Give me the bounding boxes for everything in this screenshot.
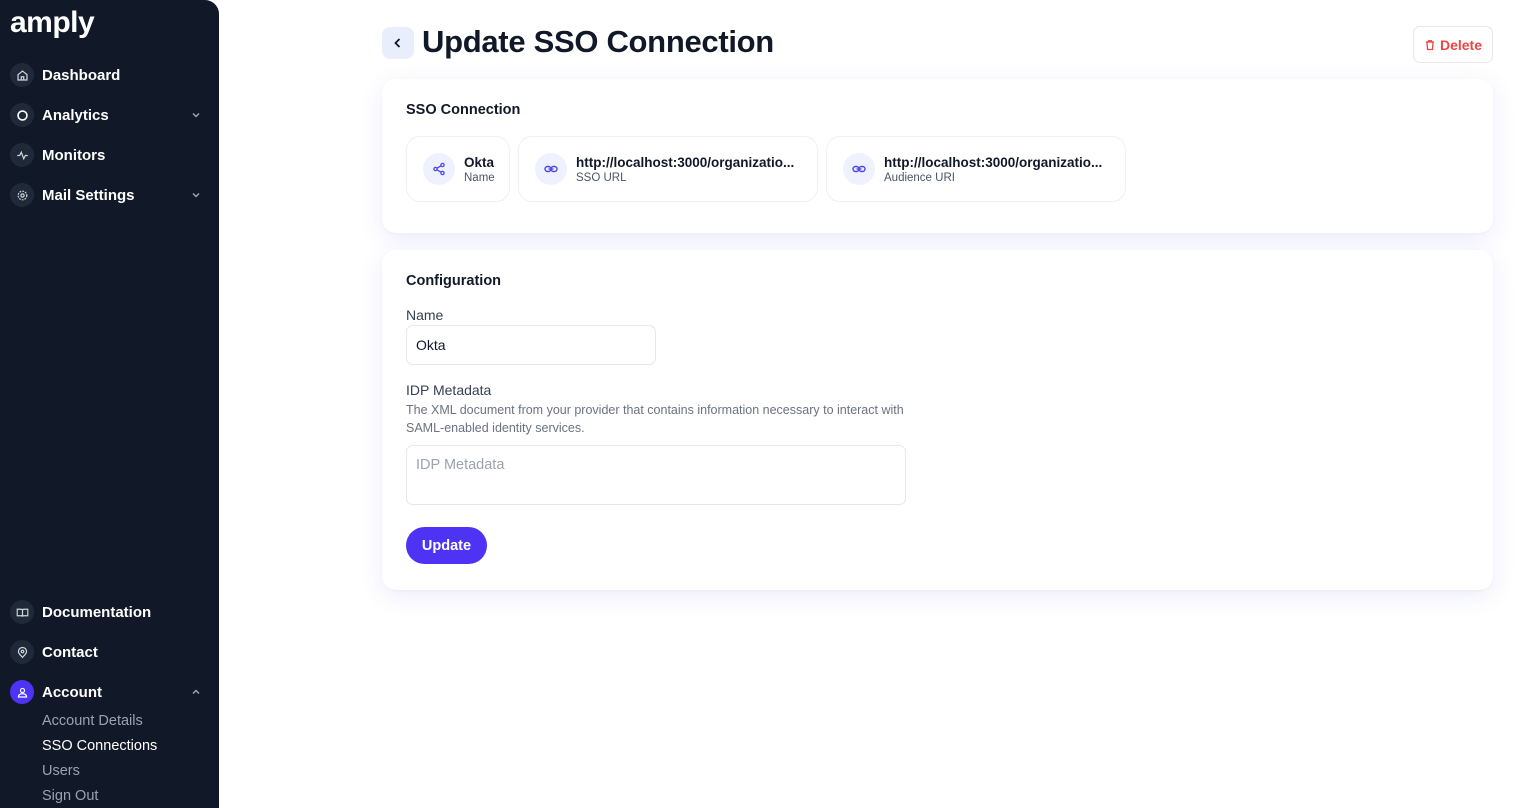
delete-label: Delete <box>1439 36 1483 53</box>
chevron-up-icon[interactable] <box>190 686 202 698</box>
sidebar-item-monitors[interactable]: Monitors <box>10 141 206 169</box>
sidebar-subitem-sso-connections[interactable]: SSO Connections <box>42 738 157 754</box>
sidebar-item-contact[interactable]: Contact <box>10 638 206 666</box>
sidebar-item-dashboard[interactable]: Dashboard <box>10 61 206 89</box>
chevron-down-icon[interactable] <box>190 109 202 121</box>
sso-url-pill[interactable]: http://localhost:3000/organizatio... SSO… <box>518 136 818 202</box>
sidebar-item-label: Analytics <box>42 106 109 124</box>
pill-value: Okta <box>464 154 495 170</box>
pill-label: Audience URI <box>884 171 955 184</box>
share-icon <box>423 153 455 185</box>
idp-metadata-label: IDP Metadata <box>406 382 492 398</box>
sidebar-item-documentation[interactable]: Documentation <box>10 598 206 626</box>
sidebar-subitem-sign-out[interactable]: Sign Out <box>42 788 98 804</box>
name-label: Name <box>406 307 444 323</box>
name-pill: Okta Name <box>406 136 510 202</box>
sidebar: amply Dashboard Analytics Monitors Mail … <box>0 0 219 808</box>
sidebar-item-account[interactable]: Account <box>10 678 206 706</box>
idp-metadata-help: The XML document from your provider that… <box>406 403 904 435</box>
chevron-left-icon <box>394 38 401 48</box>
page-title: Update SSO Connection <box>422 24 774 59</box>
pill-label: SSO URL <box>576 171 627 184</box>
pill-value: http://localhost:3000/organizatio... <box>576 154 795 170</box>
sidebar-subitem-users[interactable]: Users <box>42 763 80 779</box>
back-button[interactable] <box>382 27 414 59</box>
sidebar-item-label: Account <box>42 683 102 701</box>
book-icon <box>10 600 34 624</box>
idp-metadata-textarea[interactable] <box>406 445 906 505</box>
card-title: Configuration <box>406 273 502 289</box>
app-logo[interactable]: amply <box>10 6 95 40</box>
sidebar-item-label: Dashboard <box>42 66 121 84</box>
circle-icon <box>10 103 34 127</box>
link-icon <box>535 153 567 185</box>
sidebar-item-label: Contact <box>42 643 98 661</box>
activity-icon <box>10 143 34 167</box>
chevron-down-icon[interactable] <box>190 189 202 201</box>
gear-icon <box>10 183 34 207</box>
help-icon <box>10 640 34 664</box>
pill-value: http://localhost:3000/organizatio... <box>884 154 1103 170</box>
link-icon <box>843 153 875 185</box>
sidebar-item-label: Monitors <box>42 146 106 164</box>
audience-uri-pill[interactable]: http://localhost:3000/organizatio... Aud… <box>826 136 1126 202</box>
sidebar-item-label: Mail Settings <box>42 186 135 204</box>
home-icon <box>10 63 34 87</box>
trash-icon <box>1425 39 1434 50</box>
user-icon <box>10 680 34 704</box>
sso-connection-card: SSO Connection Okta Name http://localhos… <box>382 79 1493 233</box>
configuration-card: Configuration Name IDP Metadata The XML … <box>382 250 1493 590</box>
pill-label: Name <box>464 171 495 184</box>
sidebar-subitem-account-details[interactable]: Account Details <box>42 713 143 729</box>
sidebar-item-analytics[interactable]: Analytics <box>10 101 206 129</box>
delete-button[interactable]: Delete <box>1413 26 1493 63</box>
name-input[interactable] <box>406 325 656 365</box>
sidebar-item-label: Documentation <box>42 603 152 621</box>
card-title: SSO Connection <box>406 102 521 118</box>
update-button[interactable]: Update <box>406 527 487 564</box>
sidebar-item-mail-settings[interactable]: Mail Settings <box>10 181 206 209</box>
